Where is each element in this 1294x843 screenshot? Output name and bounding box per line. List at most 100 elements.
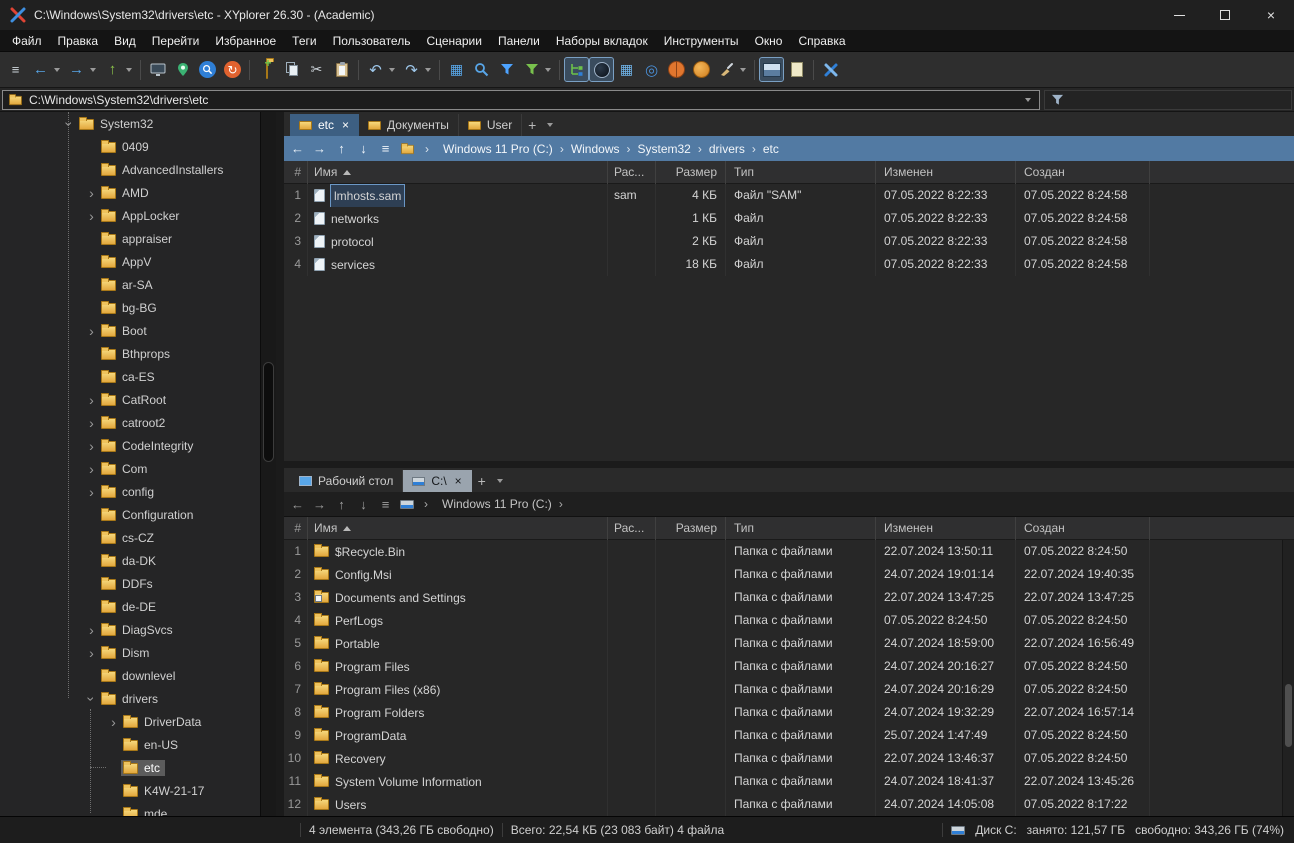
table-row[interactable]: 3 Documents and Settings Папка с файлами… (284, 586, 1294, 609)
dual-pane-horizontal-icon[interactable] (759, 57, 784, 82)
menu-item[interactable]: Инструменты (656, 30, 747, 52)
tree-item[interactable]: appraiser (0, 227, 260, 250)
undo-dropdown-icon[interactable] (389, 68, 395, 72)
tab[interactable]: etc × (290, 114, 359, 136)
paste-icon[interactable] (329, 57, 354, 82)
tree-item[interactable]: catroot2 (0, 411, 260, 434)
maximize-button[interactable] (1202, 0, 1248, 30)
menu-item[interactable]: Справка (790, 30, 853, 52)
tab[interactable]: Документы × (359, 114, 459, 136)
column-header-type[interactable]: Тип (726, 517, 876, 540)
scrollbar-thumb[interactable] (263, 362, 274, 462)
minimize-button[interactable] (1156, 0, 1202, 30)
configuration-icon[interactable] (818, 57, 843, 82)
crumb-forward-icon[interactable]: → (312, 497, 327, 512)
column-header-size[interactable]: Размер (656, 161, 726, 184)
table-row[interactable]: 1 lmhosts.sam sam 4 КБ Файл "SAM" 07.05.… (284, 184, 1294, 207)
tab-list-dropdown-icon[interactable] (492, 470, 510, 492)
tree-item[interactable]: DriverData (0, 710, 260, 733)
crumb-down-icon[interactable]: ↓ (356, 497, 371, 512)
tree-item[interactable]: de-DE (0, 595, 260, 618)
tree-item[interactable]: System32 (0, 112, 260, 135)
tab[interactable]: C:\ × (403, 470, 471, 492)
table-row[interactable]: 7 Program Files (x86) Папка с файлами 24… (284, 678, 1294, 701)
tree-item[interactable]: Configuration (0, 503, 260, 526)
search-ball-icon[interactable] (195, 57, 220, 82)
toolbar-menu-icon[interactable]: ≡ (3, 57, 28, 82)
tree-item[interactable]: Bthprops (0, 342, 260, 365)
column-header-extension[interactable]: Рас... (608, 517, 656, 540)
expand-arrow-icon[interactable] (84, 185, 99, 201)
tree-scrollbar[interactable] (260, 112, 276, 816)
breadcrumb-segment[interactable]: Windows 11 Pro (C:) › (438, 497, 566, 511)
breadcrumb-segment[interactable]: Windows 11 Pro (C:) › (439, 142, 567, 156)
breadcrumb-segment[interactable]: System32 › (634, 142, 705, 156)
live-filter-input[interactable] (1070, 93, 1285, 107)
back-button[interactable]: ← (28, 57, 53, 82)
tree-item[interactable]: DiagSvcs (0, 618, 260, 641)
tree-item[interactable]: en-US (0, 733, 260, 756)
gold-ball-icon[interactable] (689, 57, 714, 82)
tree-item[interactable]: CodeIntegrity (0, 434, 260, 457)
crumb-forward-icon[interactable]: → (312, 141, 327, 156)
tree-item[interactable]: etc (0, 756, 260, 779)
brush-dropdown-icon[interactable] (740, 68, 746, 72)
expand-arrow-icon[interactable] (84, 208, 99, 224)
address-input[interactable] (29, 93, 1018, 107)
tree-item[interactable]: DDFs (0, 572, 260, 595)
breadcrumb-segment[interactable]: drivers › (705, 142, 759, 156)
crumb-drive-icon[interactable] (400, 500, 414, 509)
crumb-back-icon[interactable]: ← (290, 141, 305, 156)
table-row[interactable]: 6 Program Files Папка с файлами 24.07.20… (284, 655, 1294, 678)
crumb-back-icon[interactable]: ← (290, 497, 305, 512)
redo-button[interactable]: ↷ (399, 57, 424, 82)
tab-close-icon[interactable]: × (342, 119, 349, 131)
up-button[interactable]: ↑ (100, 57, 125, 82)
address-dropdown-icon[interactable] (1025, 98, 1031, 102)
redo-dropdown-icon[interactable] (425, 68, 431, 72)
column-header-modified[interactable]: Изменен (876, 161, 1016, 184)
breadcrumb-segment[interactable]: Windows › (567, 142, 634, 156)
search-icon[interactable] (469, 57, 494, 82)
new-tab-button[interactable]: + (522, 114, 542, 136)
expand-arrow-icon[interactable] (84, 691, 99, 707)
new-folder-button[interactable]: + (254, 57, 279, 82)
crumb-up-icon[interactable]: ↑ (334, 141, 349, 156)
expand-arrow-icon[interactable] (106, 714, 121, 730)
expand-arrow-icon[interactable] (84, 438, 99, 454)
column-header-size[interactable]: Размер (656, 517, 726, 540)
column-header-extension[interactable]: Рас... (608, 161, 656, 184)
menu-item[interactable]: Файл (4, 30, 50, 52)
tree-item[interactable]: ar-SA (0, 273, 260, 296)
expand-arrow-icon[interactable] (84, 323, 99, 339)
back-dropdown-icon[interactable] (54, 68, 60, 72)
tree-item[interactable]: 0409 (0, 135, 260, 158)
up-dropdown-icon[interactable] (126, 68, 132, 72)
menu-item[interactable]: Избранное (207, 30, 284, 52)
cut-icon[interactable]: ✂ (304, 57, 329, 82)
expand-arrow-icon[interactable] (84, 415, 99, 431)
table-row[interactable]: 8 Program Folders Папка с файлами 24.07.… (284, 701, 1294, 724)
table-row[interactable]: 9 ProgramData Папка с файлами 25.07.2024… (284, 724, 1294, 747)
expand-arrow-icon[interactable] (84, 392, 99, 408)
forward-button[interactable]: → (64, 57, 89, 82)
forward-dropdown-icon[interactable] (90, 68, 96, 72)
menu-item[interactable]: Сценарии (418, 30, 489, 52)
tree-item[interactable]: AdvancedInstallers (0, 158, 260, 181)
expand-arrow-icon[interactable] (84, 622, 99, 638)
tab[interactable]: User × (459, 114, 522, 136)
undo-button[interactable]: ↶ (363, 57, 388, 82)
expand-arrow-icon[interactable] (84, 645, 99, 661)
tree-item[interactable]: drivers (0, 687, 260, 710)
filter-dropdown-icon[interactable] (545, 68, 551, 72)
crumb-up-icon[interactable]: ↑ (334, 497, 349, 512)
filter-green-icon[interactable] (519, 57, 544, 82)
tree-item[interactable]: ca-ES (0, 365, 260, 388)
new-tab-button[interactable]: + (472, 470, 492, 492)
column-header-created[interactable]: Создан (1016, 161, 1150, 184)
menu-item[interactable]: Перейти (144, 30, 208, 52)
column-header-type[interactable]: Тип (726, 161, 876, 184)
tree-item[interactable]: mde (0, 802, 260, 816)
tiles-view-icon[interactable]: ▦ (444, 57, 469, 82)
breadcrumb-segment[interactable]: etc › (759, 142, 783, 156)
